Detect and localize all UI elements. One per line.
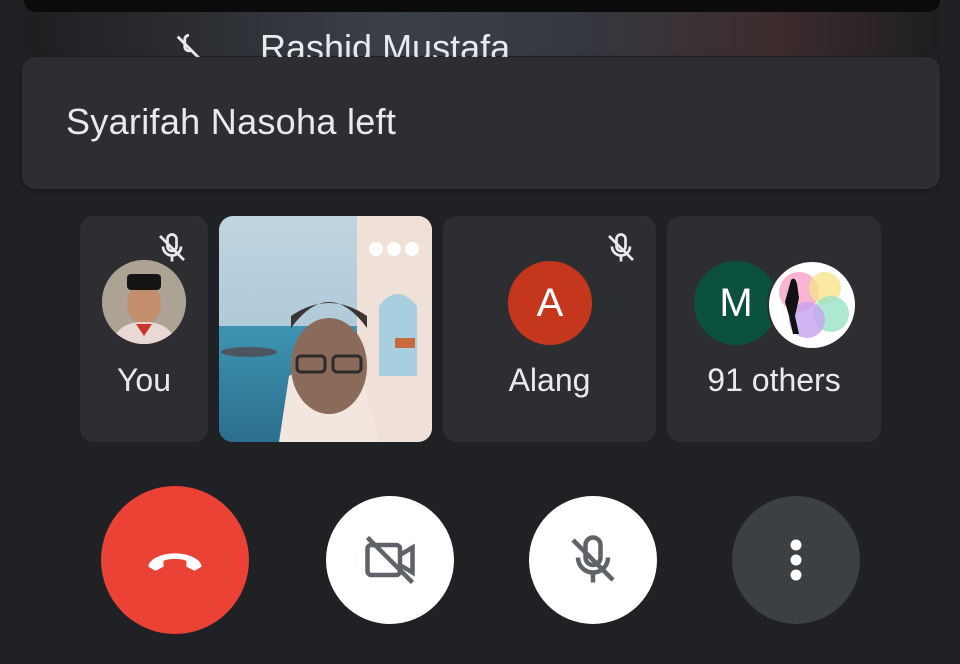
more-vert-icon	[790, 539, 802, 581]
participant-count: 91 others	[707, 362, 841, 398]
participant-left-toast: Syarifah Nasoha left	[22, 57, 940, 189]
participant-avatar: M	[694, 261, 778, 345]
camera-off-icon	[365, 535, 415, 585]
participant-tile-others[interactable]: M 91 others	[667, 216, 881, 442]
participant-tile-video[interactable]	[219, 216, 432, 442]
end-call-button[interactable]	[101, 486, 249, 634]
toggle-microphone-button[interactable]	[529, 496, 657, 624]
user-avatar	[102, 260, 186, 344]
mic-off-icon	[159, 233, 185, 262]
toast-message: Syarifah Nasoha left	[66, 101, 397, 142]
participant-logo-avatar	[767, 260, 857, 350]
more-options-button[interactable]	[732, 496, 860, 624]
video-edge	[24, 0, 940, 12]
mic-off-icon	[608, 233, 634, 262]
participant-name: Alang	[508, 362, 591, 398]
participant-tile-alang[interactable]: A Alang	[443, 216, 656, 442]
mic-off-icon	[571, 535, 615, 583]
participant-tile-you[interactable]: You	[80, 216, 208, 442]
participant-avatar: A	[508, 261, 592, 345]
more-options-icon[interactable]	[366, 238, 422, 260]
toggle-camera-button[interactable]	[326, 496, 454, 624]
hang-up-icon	[148, 553, 202, 571]
participant-name: You	[117, 362, 171, 398]
meeting-screen: Rashid Mustafa Syarifah Nasoha left You	[0, 0, 960, 664]
